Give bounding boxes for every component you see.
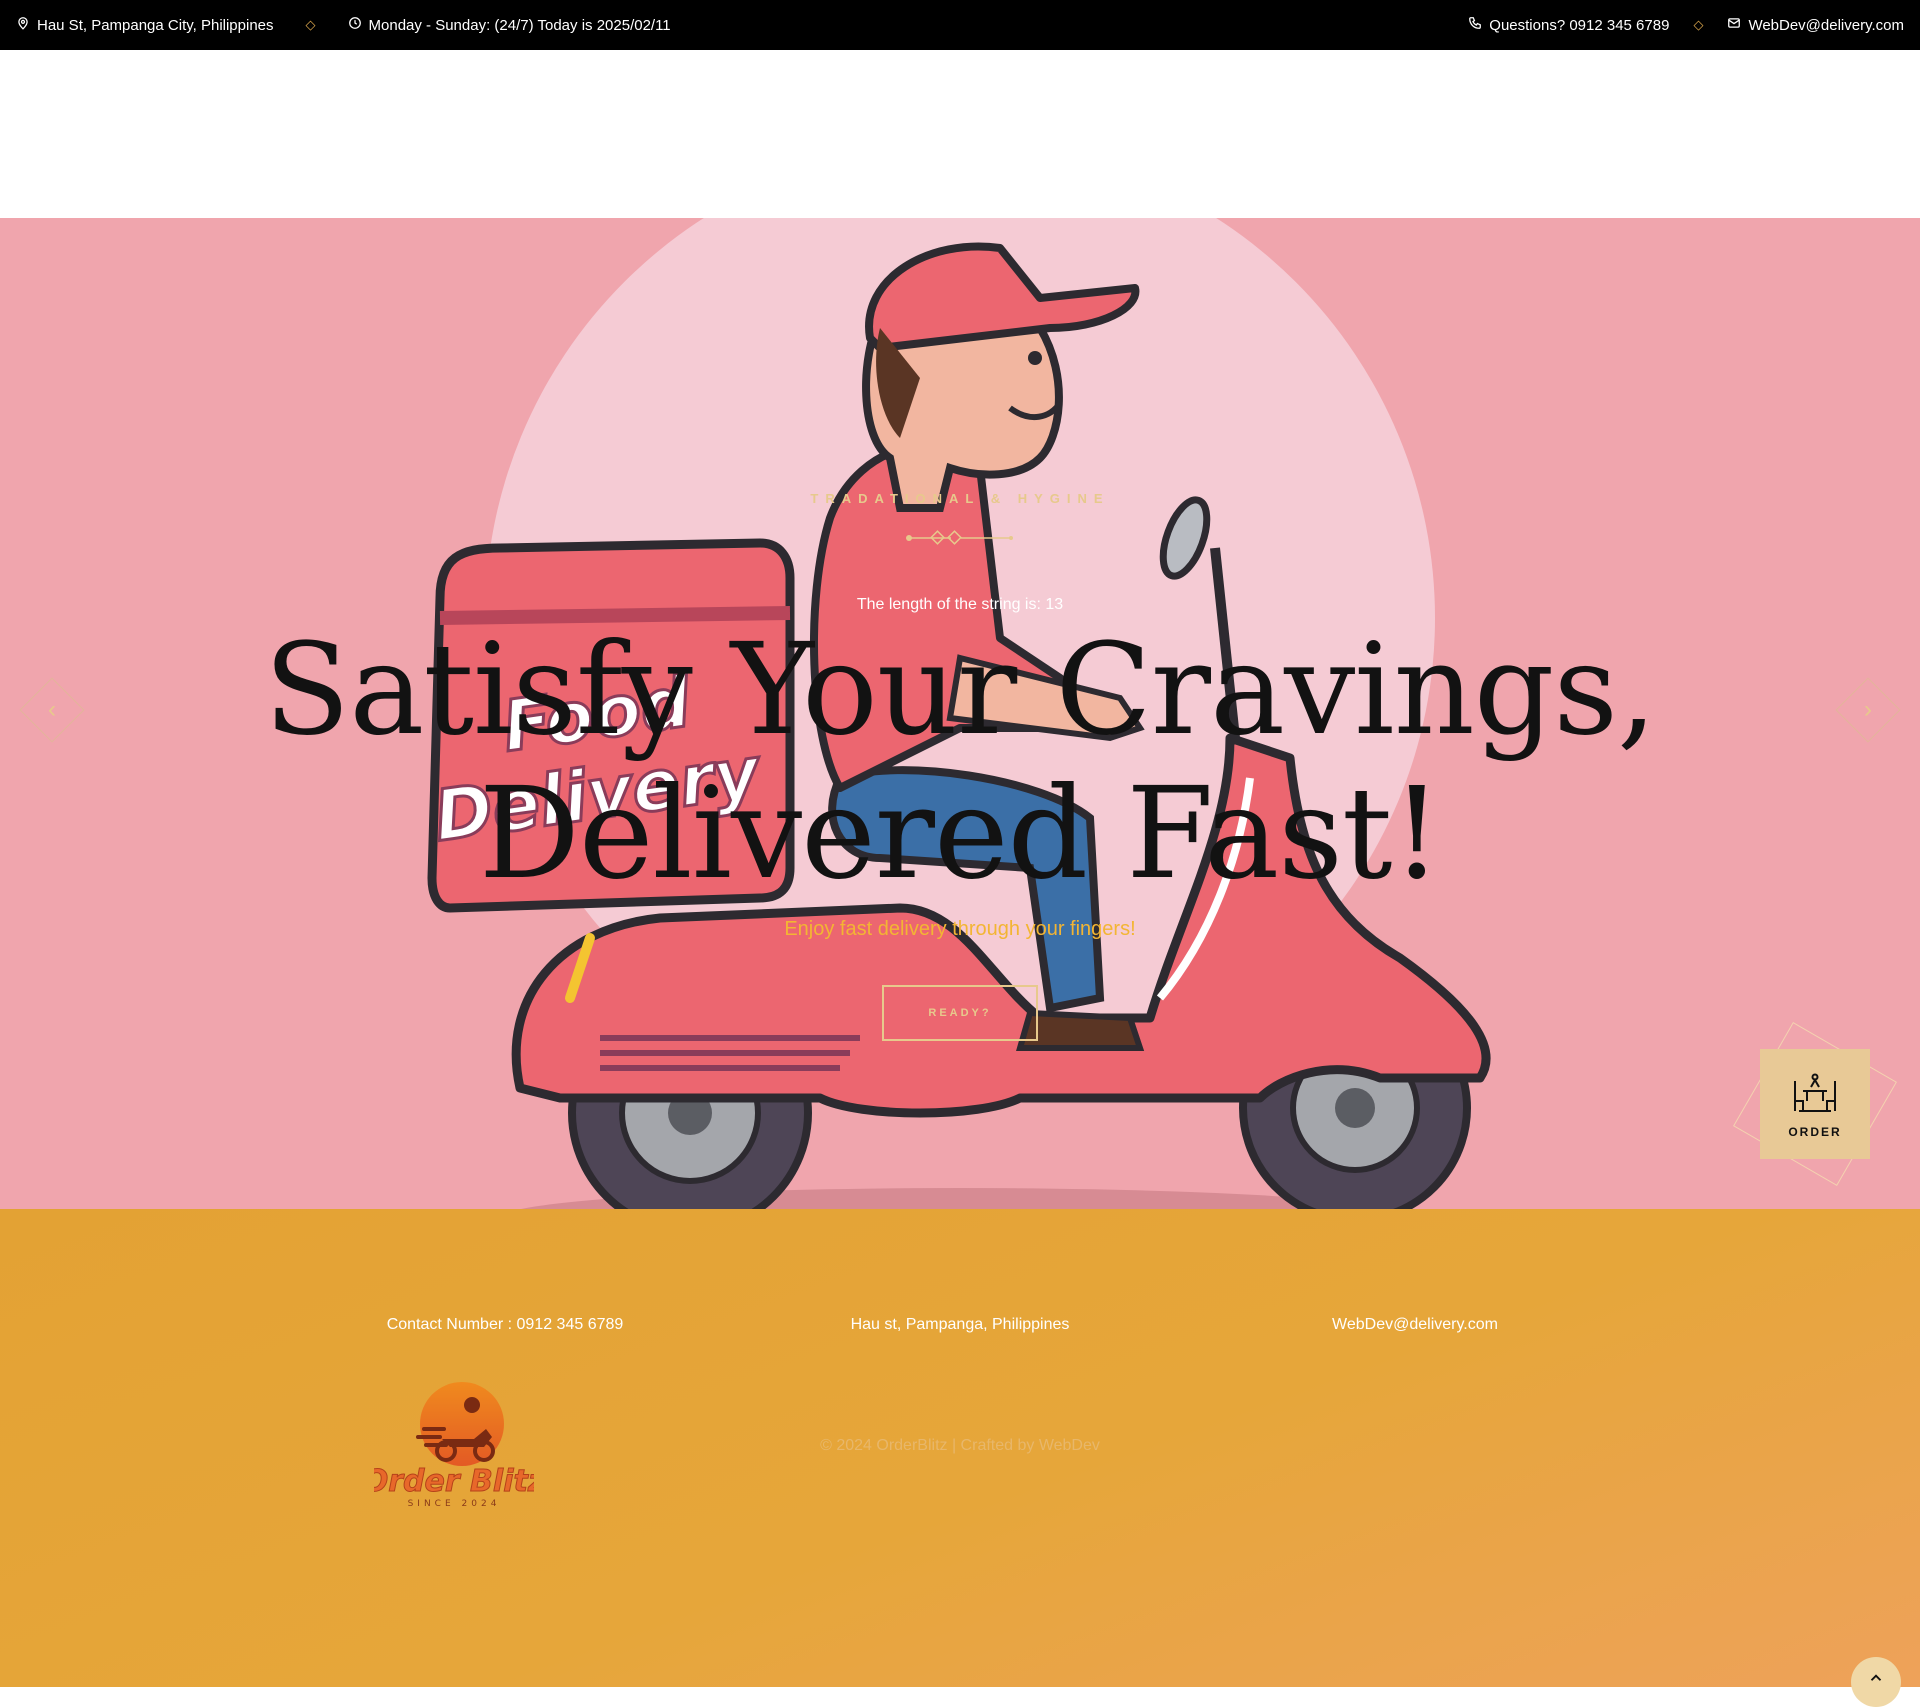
footer-address: Hau st, Pampanga, Philippines <box>850 1316 1070 1333</box>
email-text: WebDev@delivery.com <box>1748 16 1904 34</box>
ready-button[interactable]: READY? <box>882 985 1038 1041</box>
mail-icon <box>1727 16 1741 34</box>
logo-since-text: SINCE 2024 <box>408 1499 501 1509</box>
address-text: Hau St, Pampanga City, Philippines <box>37 16 274 34</box>
hours-text: Monday - Sunday: (24/7) Today is 2025/02… <box>368 16 671 34</box>
hero-tagline: Enjoy fast delivery through your fingers… <box>784 918 1136 940</box>
diamond-separator: ◇ <box>305 17 316 32</box>
footer-contact-number: Contact Number : 0912 345 6789 <box>386 1316 624 1333</box>
dining-table-icon <box>1794 1073 1836 1112</box>
string-length-text: The length of the string is: 13 <box>856 596 1064 613</box>
phone-icon <box>1468 16 1482 34</box>
hero-subtitle: TRADATIONAL & HYGINE <box>810 491 1110 506</box>
order-label: ORDER <box>1788 1125 1842 1139</box>
copyright-text: © 2024 OrderBlitz | Crafted by WebDev <box>820 1437 1100 1454</box>
chevron-right-icon: › <box>1864 696 1872 723</box>
email-info[interactable]: WebDev@delivery.com <box>1727 16 1904 34</box>
top-bar-left: Hau St, Pampanga City, Philippines ◇ Mon… <box>16 16 671 34</box>
hero-content: TRADATIONAL & HYGINE The length of the s… <box>0 218 1920 1209</box>
diamond-separator: ◇ <box>1693 17 1704 32</box>
footer: Contact Number : 0912 345 6789 Hau st, P… <box>0 1209 1920 1687</box>
top-info-bar: Hau St, Pampanga City, Philippines ◇ Mon… <box>0 0 1920 50</box>
hero-headline: Satisfy Your Cravings, Delivered Fast! <box>0 618 1920 906</box>
hero-slider: Food Delivery TRADATIONAL & HYGINE The l… <box>0 218 1920 1209</box>
phone-text: Questions? 0912 345 6789 <box>1489 16 1670 34</box>
order-button[interactable]: ORDER <box>1760 1049 1870 1159</box>
clock-icon <box>348 16 362 34</box>
scroll-to-top-button[interactable] <box>1851 1657 1901 1707</box>
top-bar-right: Questions? 0912 345 6789 ◇ WebDev@delive… <box>1468 16 1904 34</box>
navigation-area <box>0 50 1920 218</box>
headline-line-1: Satisfy Your Cravings, <box>263 616 1657 763</box>
ornament-divider-icon <box>906 530 1013 545</box>
phone-info[interactable]: Questions? 0912 345 6789 <box>1468 16 1669 34</box>
footer-email[interactable]: WebDev@delivery.com <box>1265 1316 1565 1334</box>
logo-wordmark: Order Blitz <box>374 1464 534 1499</box>
chevron-left-icon: ‹ <box>48 696 56 723</box>
address-info: Hau St, Pampanga City, Philippines <box>16 16 274 34</box>
chevron-up-icon <box>1870 1674 1882 1681</box>
hours-info: Monday - Sunday: (24/7) Today is 2025/02… <box>348 16 671 34</box>
location-pin-icon <box>16 16 30 34</box>
headline-line-2: Delivered Fast! <box>478 760 1442 907</box>
